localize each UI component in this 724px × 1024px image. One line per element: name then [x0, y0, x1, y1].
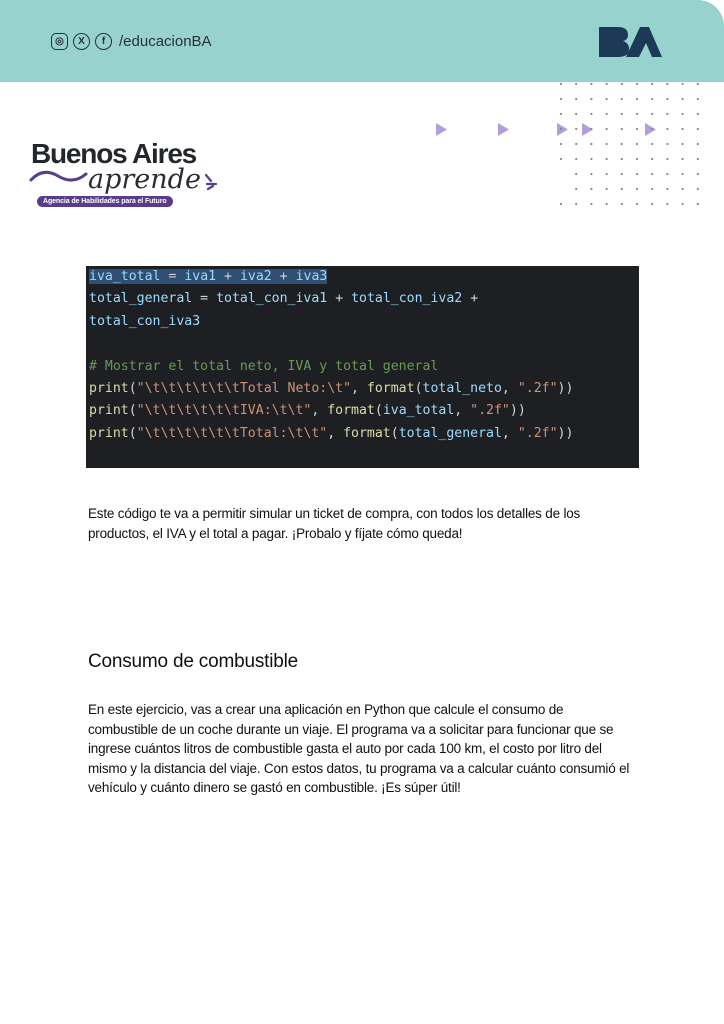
logo-script: aprende: [88, 164, 201, 195]
intro-paragraph: Este código te va a permitir simular un …: [88, 506, 581, 541]
sparkle-icon: [204, 173, 218, 191]
code-line: print("\t\t\t\t\t\tIVA:\t\t", format(iva…: [89, 403, 526, 419]
x-icon[interactable]: X: [73, 32, 90, 50]
exercise-paragraph: En este ejercicio, vas a crear una aplic…: [88, 702, 630, 795]
code-comment: # Mostrar el total neto, IVA y total gen…: [89, 358, 439, 374]
logo-tagline: Agencia de Habilidades para el Futuro: [37, 196, 173, 207]
ba-logo-icon: [599, 27, 662, 57]
header-bar: ◎ X f /educacionBA: [0, 0, 724, 82]
buenos-aires-aprende-logo: Buenos Aires aprende Agencia de Habilida…: [28, 138, 228, 214]
social-handle[interactable]: /educacionBA: [119, 33, 212, 50]
code-line: print("\t\t\t\t\t\tTotal:\t\t", format(t…: [89, 425, 574, 441]
social-links: ◎ X f /educacionBA: [51, 30, 212, 52]
facebook-icon[interactable]: f: [95, 32, 112, 50]
instagram-icon[interactable]: ◎: [51, 32, 68, 50]
code-line: print("\t\t\t\t\t\tTotal Neto:\t", forma…: [89, 380, 574, 396]
section-heading: Consumo de combustible: [88, 651, 298, 672]
wave-icon: [29, 170, 88, 182]
code-block: iva_total = iva1 + iva2 + iva3 total_gen…: [86, 266, 639, 468]
code-line: total_general = total_con_iva1 + total_c…: [89, 291, 479, 307]
code-line: total_con_iva3: [89, 313, 201, 329]
code-line: iva_total = iva1 + iva2 + iva3: [89, 269, 328, 284]
decorative-dots-pattern: [436, 82, 699, 206]
